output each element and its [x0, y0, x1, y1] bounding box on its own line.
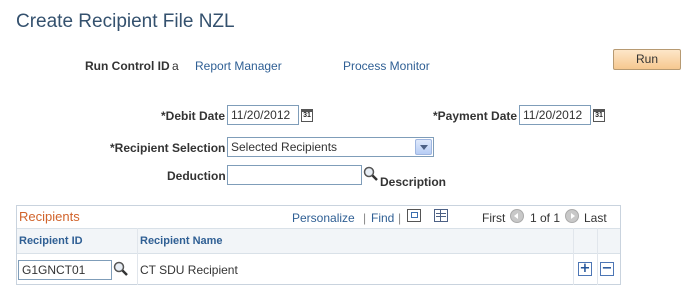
recipient-selection-label: *Recipient Selection [110, 141, 226, 155]
next-arrow-icon[interactable] [565, 209, 579, 223]
run-button[interactable]: Run [613, 49, 681, 70]
debit-date-input[interactable]: 11/20/2012 [227, 105, 299, 125]
lookup-magnifier-icon[interactable] [363, 166, 379, 182]
grid-title: Recipients [19, 209, 80, 224]
calendar-icon[interactable]: 31 [593, 109, 605, 122]
find-link[interactable]: Find [371, 211, 394, 225]
separator: | [363, 211, 367, 225]
description-label: Description [380, 175, 447, 189]
page-title: Create Recipient File NZL [16, 11, 235, 32]
recipient-selection-value: Selected Recipients [231, 140, 338, 154]
payment-date-input[interactable]: 11/20/2012 [519, 105, 591, 125]
deduction-label: Deduction [167, 169, 226, 183]
column-recipient-name[interactable]: Recipient Name [140, 235, 223, 247]
spreadsheet-icon[interactable] [434, 209, 448, 222]
run-control-value: a [172, 59, 179, 73]
process-monitor-link[interactable]: Process Monitor [343, 59, 430, 73]
debit-date-label: *Debit Date [161, 109, 226, 123]
lookup-magnifier-icon[interactable] [113, 261, 129, 277]
prev-arrow-icon[interactable] [510, 209, 524, 223]
column-recipient-id[interactable]: Recipient ID [19, 235, 83, 247]
run-control-label: Run Control ID [85, 59, 170, 73]
separator: | [398, 211, 402, 225]
calendar-icon[interactable]: 31 [301, 109, 313, 122]
recipient-selection-select[interactable]: Selected Recipients [227, 137, 434, 157]
dropdown-arrow-icon[interactable] [415, 139, 432, 155]
add-row-button[interactable]: + [578, 262, 592, 276]
report-manager-link[interactable]: Report Manager [195, 59, 282, 73]
delete-row-button[interactable]: − [600, 262, 614, 276]
pagination-text: 1 of 1 [530, 211, 561, 225]
last-label: Last [584, 211, 607, 225]
first-label: First [482, 211, 506, 225]
payment-date-label: *Payment Date [433, 109, 518, 123]
personalize-link[interactable]: Personalize [292, 211, 355, 225]
grid-column-header [17, 228, 620, 254]
deduction-input[interactable] [227, 165, 362, 185]
view-all-icon[interactable] [407, 209, 421, 222]
recipient-name-cell: CT SDU Recipient [140, 263, 238, 277]
recipient-id-input[interactable]: G1GNCT01 [18, 260, 112, 280]
